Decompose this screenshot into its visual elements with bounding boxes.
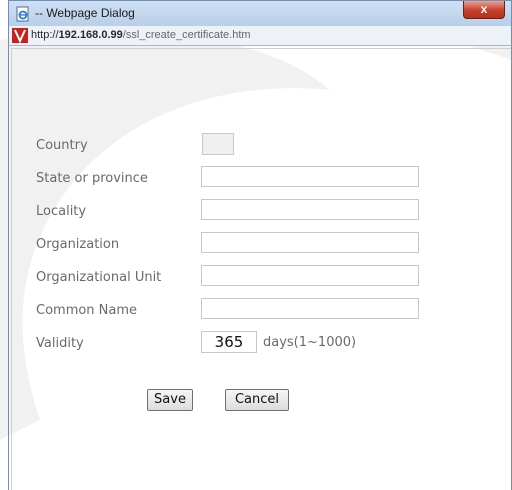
close-button[interactable]: x xyxy=(463,1,505,19)
common-name-field[interactable] xyxy=(201,298,419,319)
locality-label: Locality xyxy=(36,204,87,219)
window-title: -- Webpage Dialog xyxy=(35,6,135,20)
vivotek-logo-icon xyxy=(12,28,28,43)
validity-label: Validity xyxy=(36,336,84,351)
state-label: State or province xyxy=(36,171,148,186)
country-field[interactable] xyxy=(202,133,234,155)
validity-field[interactable]: 365 xyxy=(201,331,257,353)
locality-field[interactable] xyxy=(201,199,419,220)
url-path: /ssl_create_certificate.htm xyxy=(122,29,251,41)
org-unit-field[interactable] xyxy=(201,265,419,286)
title-bar[interactable]: -- Webpage Dialog x xyxy=(8,0,512,26)
ie-page-icon xyxy=(16,6,29,22)
address-url: http://192.168.0.99/ssl_create_certifica… xyxy=(31,29,251,41)
state-field[interactable] xyxy=(201,166,419,187)
org-unit-label: Organizational Unit xyxy=(36,270,162,285)
webpage-dialog: -- Webpage Dialog x http://192.168.0.99/… xyxy=(8,0,512,490)
save-button[interactable]: Save xyxy=(147,389,193,411)
dialog-content: Country State or province Locality Organ… xyxy=(8,46,512,490)
address-bar: http://192.168.0.99/ssl_create_certifica… xyxy=(8,26,512,46)
close-icon: x xyxy=(480,2,488,16)
url-scheme: http:// xyxy=(31,29,59,41)
country-label: Country xyxy=(36,138,88,153)
organization-label: Organization xyxy=(36,237,120,252)
validity-range-hint: days(1~1000) xyxy=(263,335,357,350)
common-name-label: Common Name xyxy=(36,303,138,318)
url-host: 192.168.0.99 xyxy=(58,29,123,41)
organization-field[interactable] xyxy=(201,232,419,253)
cancel-button[interactable]: Cancel xyxy=(225,389,289,411)
